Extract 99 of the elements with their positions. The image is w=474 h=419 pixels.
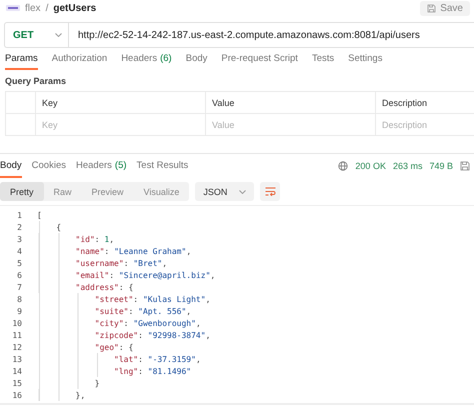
view-mode-tab[interactable]: Pretty — [0, 182, 44, 201]
tab[interactable]: Headers (6) — [121, 48, 172, 70]
line-number: 6 — [16, 270, 23, 280]
line-number: 13 — [11, 354, 23, 364]
code-punctuation: , — [210, 270, 216, 280]
code-string: "Kulas Light" — [142, 294, 206, 304]
code-punctuation: , — [196, 318, 201, 328]
view-mode-tab[interactable]: Raw — [44, 182, 82, 201]
response-time: 263 ms — [392, 161, 422, 171]
line-number: 1 — [16, 210, 23, 220]
code-punctuation: [ — [37, 210, 42, 220]
line-number: 16 — [11, 390, 23, 400]
status-code: 200 OK — [355, 161, 386, 171]
tab[interactable]: Tests — [312, 48, 334, 70]
section-title: Query Params — [5, 76, 68, 86]
code-key: "name" — [76, 246, 104, 256]
line-number: 2 — [16, 222, 23, 232]
code-key: "username" — [76, 258, 124, 268]
code-string: "Bret" — [133, 258, 162, 268]
line-number: 12 — [11, 342, 23, 352]
line-number: 15 — [11, 378, 23, 388]
code-punctuation: , — [206, 330, 210, 340]
code-punctuation: , — [186, 306, 192, 316]
line-number: 10 — [11, 318, 23, 328]
code-string: "92998-3874" — [148, 330, 206, 340]
code-punctuation: : — [124, 318, 130, 328]
save-icon[interactable] — [460, 161, 470, 171]
line-number: 8 — [16, 294, 23, 304]
http-icon — [6, 4, 20, 12]
column-header: Value — [205, 92, 375, 114]
breadcrumb-item[interactable]: flex — [25, 2, 41, 14]
wrap-icon — [264, 187, 276, 196]
view-mode-tab[interactable]: Visualize — [134, 182, 190, 201]
code-punctuation: { — [56, 222, 62, 232]
code-punctuation: , — [109, 234, 114, 244]
tab[interactable]: Headers (5) — [76, 154, 127, 178]
chevron-down-icon — [239, 190, 246, 194]
code-string: "Leanne Graham" — [114, 246, 186, 256]
line-number: 3 — [16, 234, 23, 244]
breadcrumb-item[interactable]: getUsers — [53, 2, 96, 14]
code-string: "Gwenborough" — [133, 318, 196, 328]
tab[interactable]: Body — [0, 154, 22, 178]
tab[interactable]: Settings — [348, 48, 382, 70]
tab[interactable]: Body — [186, 48, 208, 70]
format-dropdown[interactable]: JSON — [195, 182, 254, 201]
code-number: 1 — [104, 234, 110, 244]
code-key: "city" — [94, 318, 124, 328]
code-punctuation: : { — [118, 342, 134, 352]
code-punctuation: , — [206, 294, 210, 304]
code-punctuation: : — [109, 270, 116, 280]
tab[interactable]: Test Results — [136, 154, 188, 178]
code-key: "address" — [76, 282, 119, 292]
code-punctuation: : — [138, 366, 144, 376]
column-header: Key — [35, 92, 205, 114]
tab[interactable]: Pre-request Script — [221, 48, 298, 70]
code-string: "81.1496" — [148, 366, 192, 376]
code-string: "-37.3159" — [148, 354, 196, 364]
line-number: 7 — [16, 282, 23, 292]
tab[interactable]: Params — [5, 48, 38, 70]
column-header: Description — [375, 92, 474, 114]
code-punctuation: }, — [76, 390, 86, 400]
breadcrumb-separator: / — [46, 2, 48, 14]
save-icon — [427, 4, 436, 12]
code-punctuation: , — [162, 258, 168, 268]
code-punctuation: : { — [118, 282, 134, 292]
code-punctuation: : — [128, 306, 134, 316]
code-string: "Apt. 556" — [138, 306, 186, 316]
globe-icon[interactable] — [338, 161, 348, 171]
line-number: 14 — [11, 366, 23, 376]
code-punctuation: : — [133, 294, 140, 304]
code-punctuation: : — [94, 234, 101, 244]
code-key: "suite" — [94, 306, 128, 316]
code-key: "geo" — [94, 342, 119, 352]
tab[interactable]: Cookies — [32, 154, 66, 178]
code-key: "lat" — [114, 354, 138, 364]
wrap-lines-button[interactable] — [260, 182, 280, 201]
code-key: "lng" — [114, 366, 138, 376]
tab[interactable]: Authorization — [52, 48, 108, 70]
code-punctuation: : — [124, 258, 130, 268]
view-mode-tab[interactable]: Preview — [82, 182, 134, 201]
response-size: 749 B — [429, 161, 453, 171]
code-punctuation: , — [186, 246, 192, 256]
code-key: "street" — [94, 294, 134, 304]
code-punctuation: : — [138, 354, 144, 364]
tab-count: (6) — [160, 52, 172, 64]
code-key: "email" — [76, 270, 110, 280]
code-punctuation: } — [94, 378, 100, 388]
save-button[interactable]: Save — [420, 0, 470, 16]
code-punctuation: : — [104, 246, 110, 256]
line-number: 5 — [16, 258, 23, 268]
code-key: "zipcode" — [94, 330, 138, 340]
code-string: "Sincere@april.biz" — [118, 270, 210, 280]
tab-count: (5) — [114, 160, 127, 170]
line-number: 4 — [16, 246, 23, 256]
line-number: 9 — [16, 306, 23, 316]
code-punctuation: : — [138, 330, 144, 340]
code-key: "id" — [76, 234, 95, 244]
line-number: 11 — [11, 330, 23, 340]
code-punctuation: , — [196, 354, 201, 364]
